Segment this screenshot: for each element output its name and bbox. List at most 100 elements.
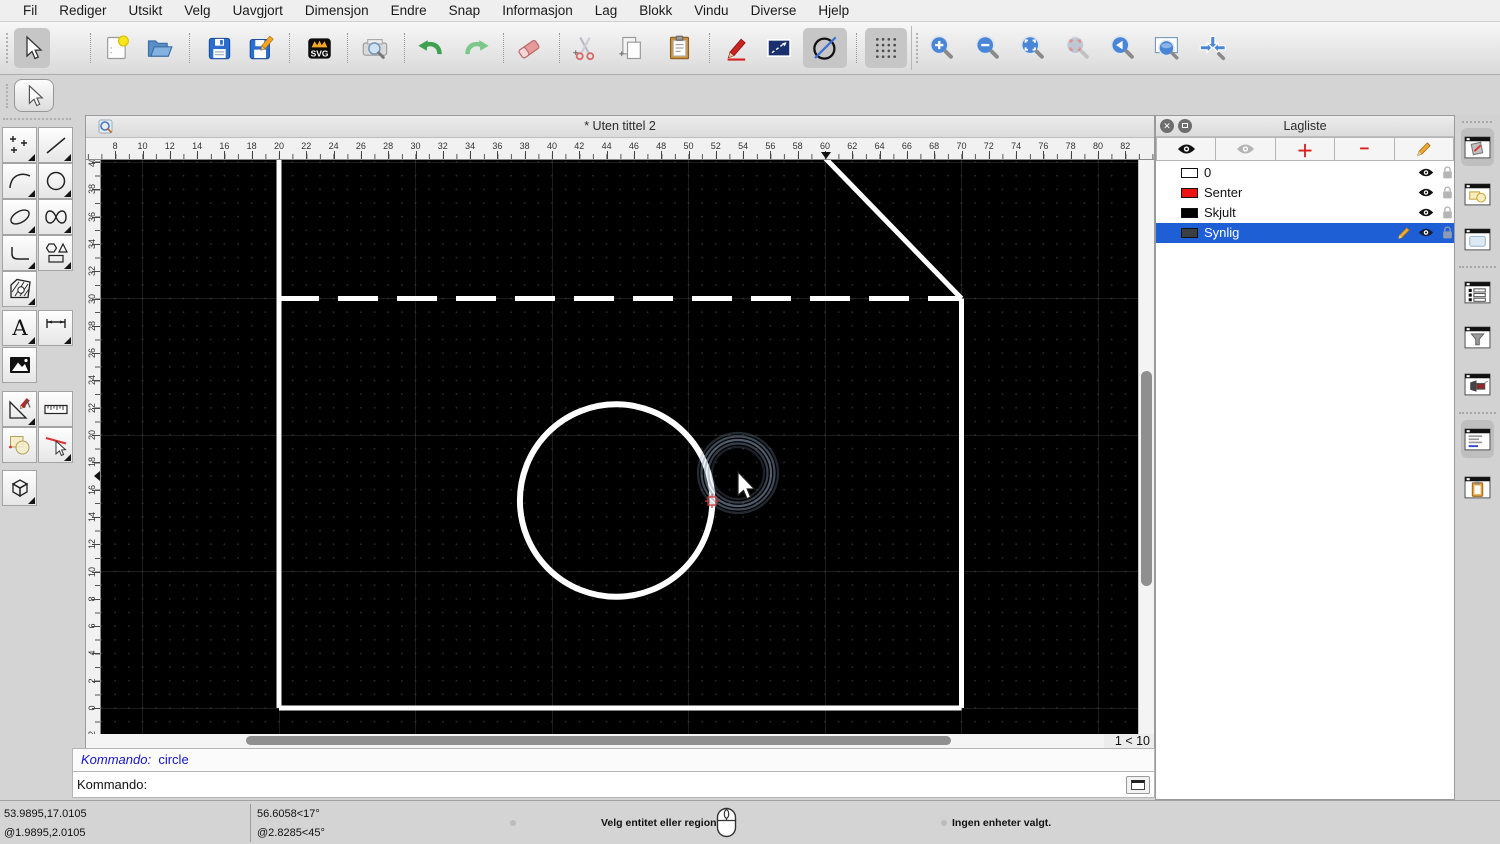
arcs-tool-button[interactable] bbox=[2, 163, 37, 199]
command-options-button[interactable] bbox=[1126, 776, 1150, 794]
paste-button[interactable] bbox=[661, 28, 697, 68]
lock-icon[interactable] bbox=[1442, 166, 1453, 180]
edit-layer-button[interactable] bbox=[1394, 137, 1455, 161]
pan-button[interactable] bbox=[1195, 28, 1231, 68]
menu-item-diverse[interactable]: Diverse bbox=[740, 3, 808, 18]
layer-color-swatch[interactable] bbox=[1181, 168, 1198, 178]
layer-color-swatch[interactable] bbox=[1181, 188, 1198, 198]
layer-row-synlig[interactable]: Synlig bbox=[1156, 223, 1454, 243]
menu-item-utsikt[interactable]: Utsikt bbox=[118, 3, 174, 18]
eye-icon[interactable] bbox=[1418, 207, 1434, 218]
layer-list-panel-button[interactable] bbox=[1461, 273, 1494, 311]
block-list-panel-button[interactable] bbox=[1461, 175, 1494, 213]
layer-panel-header[interactable]: ✕ Lagliste bbox=[1156, 116, 1454, 137]
cut-button[interactable] bbox=[567, 28, 603, 68]
draw-pencil-button[interactable] bbox=[719, 28, 755, 68]
select-tool-button[interactable] bbox=[14, 28, 50, 68]
menu-item-hjelp[interactable]: Hjelp bbox=[807, 3, 860, 18]
eye-icon[interactable] bbox=[1418, 227, 1434, 238]
layer-color-swatch[interactable] bbox=[1181, 208, 1198, 218]
selection-filter-panel-button[interactable] bbox=[1461, 318, 1494, 356]
menu-item-velg[interactable]: Velg bbox=[173, 3, 221, 18]
menu-item-blokk[interactable]: Blokk bbox=[628, 3, 683, 18]
select-tool-button-2[interactable] bbox=[14, 79, 54, 112]
toolbar-handle[interactable] bbox=[6, 33, 8, 63]
toolbar-handle[interactable] bbox=[916, 33, 918, 63]
property-editor-panel-button[interactable] bbox=[1461, 128, 1494, 166]
text-tool-button[interactable]: A bbox=[2, 310, 37, 346]
zoom-in-button[interactable] bbox=[923, 28, 959, 68]
zoom-window-button[interactable] bbox=[1149, 28, 1185, 68]
open-file-button[interactable] bbox=[141, 28, 177, 68]
eye-icon[interactable] bbox=[1418, 187, 1434, 198]
menu-item-rediger[interactable]: Rediger bbox=[48, 3, 117, 18]
menu-item-dimensjon[interactable]: Dimensjon bbox=[294, 3, 380, 18]
drawing-window-titlebar[interactable]: * Uten tittel 2 bbox=[86, 116, 1154, 138]
menu-item-endre[interactable]: Endre bbox=[380, 3, 438, 18]
show-all-layers-button[interactable] bbox=[1156, 137, 1217, 161]
shapes-tool-button[interactable] bbox=[38, 235, 73, 271]
points-tool-button[interactable] bbox=[2, 127, 37, 163]
new-file-button[interactable] bbox=[99, 28, 135, 68]
layer-row-skjult[interactable]: Skjult bbox=[1156, 203, 1454, 223]
library-browser-panel-button[interactable] bbox=[1461, 220, 1494, 258]
lock-icon[interactable] bbox=[1442, 226, 1453, 240]
floppy-icon bbox=[208, 37, 230, 59]
horizontal-scrollbar-thumb[interactable] bbox=[246, 736, 951, 745]
lock-icon[interactable] bbox=[1442, 206, 1453, 220]
save-as-button[interactable] bbox=[243, 28, 279, 68]
save-button[interactable] bbox=[201, 28, 237, 68]
trim-tool-button[interactable] bbox=[2, 427, 37, 463]
copy-button[interactable] bbox=[613, 28, 649, 68]
zoom-out-button[interactable] bbox=[969, 28, 1005, 68]
layer-row-senter[interactable]: Senter bbox=[1156, 183, 1454, 203]
zoom-selection-button[interactable] bbox=[1059, 28, 1095, 68]
horizontal-scrollbar[interactable] bbox=[86, 734, 1104, 748]
modify-tool-button[interactable] bbox=[2, 391, 37, 427]
circle-line-tool-button[interactable] bbox=[803, 28, 847, 68]
svg-export-button[interactable]: SVG bbox=[301, 28, 337, 68]
menu-item-uavgjort[interactable]: Uavgjort bbox=[222, 3, 294, 18]
print-preview-button[interactable] bbox=[357, 28, 393, 68]
view-list-panel-button[interactable] bbox=[1461, 365, 1494, 403]
vertical-scrollbar-thumb[interactable] bbox=[1141, 371, 1152, 586]
undo-button[interactable] bbox=[411, 28, 447, 68]
image-tool-button[interactable] bbox=[2, 347, 37, 383]
remove-layer-button[interactable]: − bbox=[1335, 137, 1395, 161]
measure-tool-button[interactable] bbox=[38, 391, 73, 427]
grid-toggle-button[interactable] bbox=[865, 28, 907, 68]
eye-icon[interactable] bbox=[1418, 167, 1434, 178]
lines-tool-button[interactable] bbox=[38, 127, 73, 163]
drawing-canvas[interactable] bbox=[101, 160, 1138, 734]
vertical-scrollbar[interactable] bbox=[1138, 160, 1154, 734]
command-line-panel-button[interactable] bbox=[1461, 420, 1494, 458]
menu-item-informasjon[interactable]: Informasjon bbox=[491, 3, 584, 18]
layer-color-swatch[interactable] bbox=[1181, 228, 1198, 238]
add-layer-button[interactable]: ＋ bbox=[1275, 137, 1336, 161]
dimension-tool-button[interactable] bbox=[38, 310, 73, 346]
ellipses-tool-button[interactable] bbox=[2, 199, 37, 235]
command-input[interactable]: Kommando: bbox=[72, 771, 1155, 798]
circles-tool-button[interactable] bbox=[38, 163, 73, 199]
layer-row-0[interactable]: 0 bbox=[1156, 163, 1454, 183]
menu-item-fil[interactable]: Fil bbox=[12, 3, 48, 18]
palette-handle[interactable] bbox=[3, 118, 71, 120]
hide-all-layers-button[interactable] bbox=[1216, 137, 1276, 161]
selection-rectangle-button[interactable] bbox=[761, 28, 797, 68]
redo-button[interactable] bbox=[459, 28, 495, 68]
splines-tool-button[interactable] bbox=[38, 199, 73, 235]
hatch-tool-button[interactable] bbox=[2, 271, 37, 307]
menu-item-snap[interactable]: Snap bbox=[438, 3, 492, 18]
menu-item-lag[interactable]: Lag bbox=[584, 3, 629, 18]
clipboard-panel-button[interactable] bbox=[1461, 468, 1494, 506]
palette-handle[interactable] bbox=[6, 84, 8, 108]
dock-handle[interactable] bbox=[1462, 121, 1492, 123]
select-deselect-tool-button[interactable] bbox=[38, 427, 73, 463]
auto-zoom-button[interactable] bbox=[1014, 28, 1050, 68]
delete-button[interactable] bbox=[511, 28, 547, 68]
previous-view-button[interactable] bbox=[1104, 28, 1140, 68]
polylines-tool-button[interactable] bbox=[2, 235, 37, 271]
block-3d-tool-button[interactable] bbox=[2, 470, 37, 506]
menu-item-vindu[interactable]: Vindu bbox=[683, 3, 739, 18]
lock-icon[interactable] bbox=[1442, 186, 1453, 200]
